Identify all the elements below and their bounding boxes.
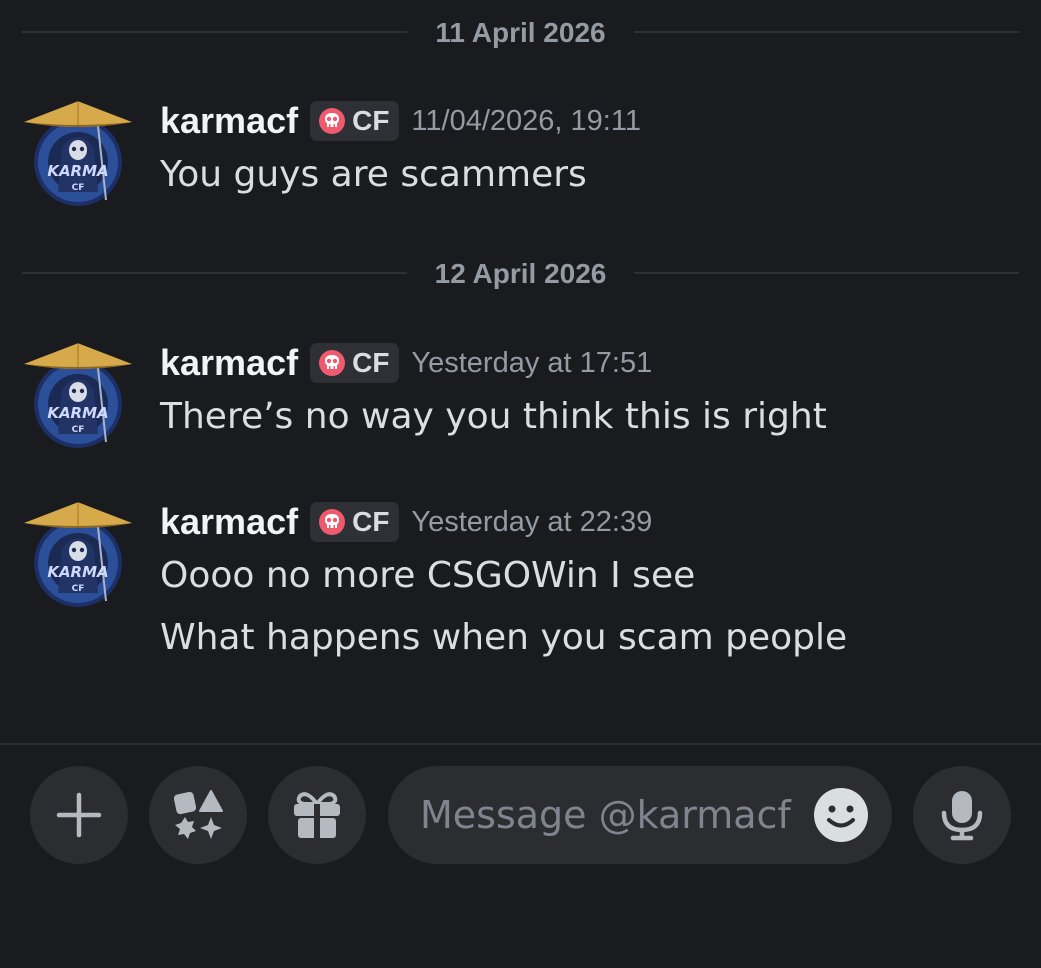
date-separator: 11 April 2026 [22,11,1019,51]
avatar[interactable] [22,338,134,450]
skull-icon [318,107,346,135]
message-group: karmacf CF Yesterday at 22:39 Oooo no mo… [0,497,1041,667]
username[interactable]: karmacf [160,342,298,384]
server-tag-badge[interactable]: CF [310,343,400,383]
divider [634,272,1019,274]
message-composer [0,745,1041,968]
apps-button[interactable] [149,766,247,864]
message-timestamp: Yesterday at 17:51 [411,346,653,379]
server-tag-text: CF [352,506,390,537]
gift-icon [294,792,340,838]
apps-icon [173,790,223,839]
message-group: karmacf CF 11/04/2026, 19:11 You guys ar… [0,96,1041,216]
message-timestamp: Yesterday at 22:39 [411,505,653,538]
chat-log: 11 April 2026 karmacf CF 11/04/2026, 19:… [0,0,1041,745]
avatar[interactable] [22,96,134,208]
server-tag-text: CF [352,347,390,378]
message-header: karmacf CF Yesterday at 22:39 [160,497,652,547]
server-tag-badge[interactable]: CF [310,101,400,141]
message-header: karmacf CF Yesterday at 17:51 [160,338,652,388]
date-separator-label: 11 April 2026 [435,17,606,48]
date-separator: 12 April 2026 [22,252,1019,292]
voice-message-button[interactable] [913,766,1011,864]
message-text[interactable]: You guys are scammers [160,154,587,195]
avatar[interactable] [22,497,134,609]
message-text[interactable]: Oooo no more CSGOWin I see [160,555,695,596]
gift-button[interactable] [268,766,366,864]
message-input[interactable] [420,790,800,840]
plus-icon [56,792,102,838]
add-attachment-button[interactable] [30,766,128,864]
message-timestamp: 11/04/2026, 19:11 [411,104,641,137]
skull-icon [318,508,346,536]
server-tag-text: CF [352,105,390,136]
date-separator-label: 12 April 2026 [434,258,607,289]
message-text[interactable]: There’s no way you think this is right [160,396,827,437]
microphone-icon [941,791,983,841]
message-text[interactable]: What happens when you scam people [160,617,847,658]
server-tag-badge[interactable]: CF [310,502,400,542]
username[interactable]: karmacf [160,501,298,543]
message-group: karmacf CF Yesterday at 17:51 There’s no… [0,338,1041,458]
username[interactable]: karmacf [160,100,298,142]
skull-icon [318,349,346,377]
emoji-icon[interactable] [812,786,870,844]
divider [634,31,1019,33]
message-header: karmacf CF 11/04/2026, 19:11 [160,96,641,146]
message-input-container [388,766,892,864]
